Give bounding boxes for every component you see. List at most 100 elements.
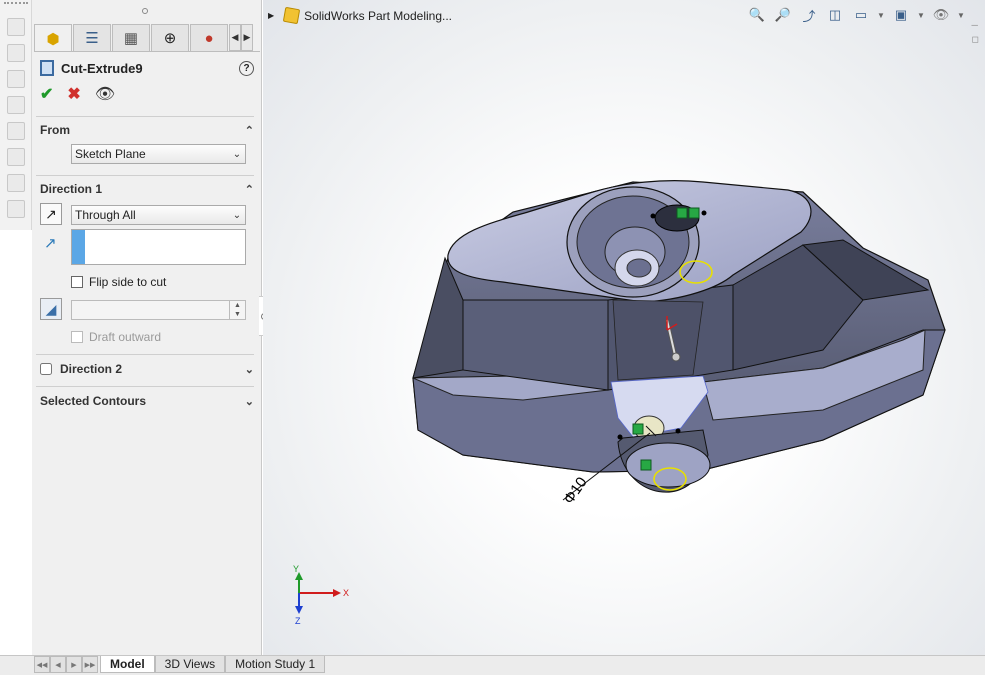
help-button[interactable]: ? xyxy=(239,60,254,76)
relation-icon[interactable] xyxy=(676,207,688,219)
relation-icon[interactable] xyxy=(632,423,644,435)
axis-x-label: X xyxy=(343,588,349,598)
property-manager-panel: ⬢ ☰ ▦ ⊕ ● ◀ ▶ Cut-Extrude9 ? ✔ ✖ 👁 From … xyxy=(32,0,262,655)
sketch-point[interactable] xyxy=(701,210,707,216)
reverse-direction-button[interactable]: ↗ xyxy=(40,203,62,225)
from-section-title: From xyxy=(40,123,70,137)
display-manager-tab[interactable]: ● xyxy=(190,24,228,51)
tabs-scroll-left[interactable]: ◀ xyxy=(229,24,241,51)
sketch-point[interactable] xyxy=(617,434,623,440)
flip-side-checkbox[interactable] xyxy=(71,276,83,288)
tabs-scroll-right[interactable]: ▶ xyxy=(241,24,253,51)
tab-scroll-buttons: ◀◀ ◀ ▶ ▶▶ xyxy=(34,656,98,673)
feature-manager-tab[interactable]: ⬢ xyxy=(34,24,72,52)
next-tab-icon[interactable]: ▶ xyxy=(66,656,82,673)
flip-side-checkbox-row[interactable]: Flip side to cut xyxy=(71,275,166,289)
axis-y-label: Y xyxy=(293,564,299,574)
diameter-label[interactable]: Φ10 xyxy=(560,474,590,507)
detailed-preview-button[interactable]: 👁 xyxy=(95,84,115,104)
from-section-header[interactable]: From ⌃ xyxy=(40,121,254,139)
direction2-section-title: Direction 2 xyxy=(60,362,123,376)
spin-arrows[interactable]: ▲ ▼ xyxy=(229,301,245,319)
selected-contours-section-header[interactable]: Selected Contours ⌄ xyxy=(40,392,254,410)
manager-tabs: ⬢ ☰ ▦ ⊕ ● ◀ ▶ xyxy=(34,24,260,52)
cancel-button[interactable]: ✖ xyxy=(67,84,80,104)
sketch-point[interactable] xyxy=(650,213,656,219)
divider xyxy=(36,354,254,355)
tab-motion-study-1[interactable]: Motion Study 1 xyxy=(225,656,326,673)
strip-grip[interactable] xyxy=(4,2,28,6)
graphics-area[interactable]: ▶ SolidWorks Part Modeling... 🔍 🔎 ⤴ ◫ ▭ … xyxy=(263,0,985,655)
draft-icon: ◢ xyxy=(45,300,57,317)
direction1-section-title: Direction 1 xyxy=(40,182,103,196)
chevron-down-icon: ⌄ xyxy=(232,209,242,221)
direction2-checkbox[interactable] xyxy=(40,363,52,375)
chevron-up-icon: ⌃ xyxy=(244,183,254,196)
last-tab-icon[interactable]: ▶▶ xyxy=(82,656,98,673)
tab-3d-views[interactable]: 3D Views xyxy=(154,656,226,673)
chevron-down-icon: ⌄ xyxy=(244,363,254,376)
panel-grip[interactable] xyxy=(142,8,148,14)
bottom-tab-bar: ◀◀ ◀ ▶ ▶▶ Model 3D Views Motion Study 1 xyxy=(0,655,985,675)
end-condition-select[interactable]: Through All ⌄ xyxy=(71,205,246,225)
chevron-down-icon: ⌄ xyxy=(232,148,242,160)
draft-outward-checkbox-row: Draft outward xyxy=(71,330,161,344)
part-body[interactable] xyxy=(412,180,946,493)
draft-angle-input[interactable]: ▲ ▼ xyxy=(71,300,246,320)
reference-triad: X Y Z xyxy=(293,564,349,626)
prev-tab-icon[interactable]: ◀ xyxy=(50,656,66,673)
geometric-tolerance-icon[interactable] xyxy=(7,174,25,192)
reverse-arrow-icon: ↗ xyxy=(45,205,57,222)
chevron-left-icon: ◀ xyxy=(231,32,239,42)
divider xyxy=(36,175,254,176)
color-wheel-icon: ● xyxy=(204,29,214,47)
axis-z-label: Z xyxy=(295,616,301,626)
chevron-up-icon: ⌃ xyxy=(244,124,254,137)
end-condition-value: Through All xyxy=(75,208,136,222)
draft-on-off-button[interactable]: ◢ xyxy=(40,298,62,320)
surface-finish-icon[interactable] xyxy=(7,200,25,218)
relation-icon[interactable] xyxy=(688,207,700,219)
direction2-section-header[interactable]: Direction 2 ⌄ xyxy=(40,360,254,378)
chevron-down-icon: ⌄ xyxy=(244,395,254,408)
direction-vector-icon: ↗ xyxy=(44,235,57,252)
action-buttons: ✔ ✖ 👁 xyxy=(40,84,115,104)
note-icon[interactable] xyxy=(7,70,25,88)
model-view[interactable]: Φ10 X Y Z xyxy=(263,0,985,655)
eye-icon: 👁 xyxy=(94,86,116,103)
sketch-point[interactable] xyxy=(675,428,681,434)
balloon-icon[interactable] xyxy=(7,96,25,114)
feature-title: Cut-Extrude9 xyxy=(61,60,143,76)
draft-outward-label: Draft outward xyxy=(89,330,162,344)
smart-dimension-icon[interactable] xyxy=(7,44,25,62)
model-tabs: Model 3D Views Motion Study 1 xyxy=(100,656,326,673)
command-manager-strip xyxy=(0,0,32,230)
draft-outward-checkbox xyxy=(71,331,83,343)
crosshair-icon: ⊕ xyxy=(163,30,177,47)
feature-title-row: Cut-Extrude9 ? xyxy=(40,58,254,78)
chevron-right-icon: ▶ xyxy=(243,32,251,42)
from-select-value: Sketch Plane xyxy=(75,147,146,161)
tabs-divider xyxy=(34,51,260,52)
direction1-section-header[interactable]: Direction 1 ⌃ xyxy=(40,180,254,198)
ok-button[interactable]: ✔ xyxy=(40,84,53,104)
weld-icon[interactable] xyxy=(7,122,25,140)
direction-vector-selection-box[interactable] xyxy=(71,229,246,265)
relation-icon[interactable] xyxy=(640,459,652,471)
annotation-icon[interactable] xyxy=(7,18,25,36)
flip-side-label: Flip side to cut xyxy=(89,275,167,289)
configuration-manager-tab[interactable]: ▦ xyxy=(112,24,150,51)
divider xyxy=(36,116,254,117)
property-list-icon: ☰ xyxy=(85,30,99,47)
from-select[interactable]: Sketch Plane ⌄ xyxy=(71,144,246,164)
divider xyxy=(36,386,254,387)
tab-model[interactable]: Model xyxy=(100,656,155,673)
first-tab-icon[interactable]: ◀◀ xyxy=(34,656,50,673)
configuration-icon: ▦ xyxy=(123,30,139,47)
datum-icon[interactable] xyxy=(7,148,25,166)
selected-contours-title: Selected Contours xyxy=(40,394,147,408)
selection-focus-stripe xyxy=(72,230,85,264)
part-icon: ⬢ xyxy=(46,30,60,48)
dimxpert-manager-tab[interactable]: ⊕ xyxy=(151,24,189,51)
property-manager-tab[interactable]: ☰ xyxy=(73,24,111,51)
